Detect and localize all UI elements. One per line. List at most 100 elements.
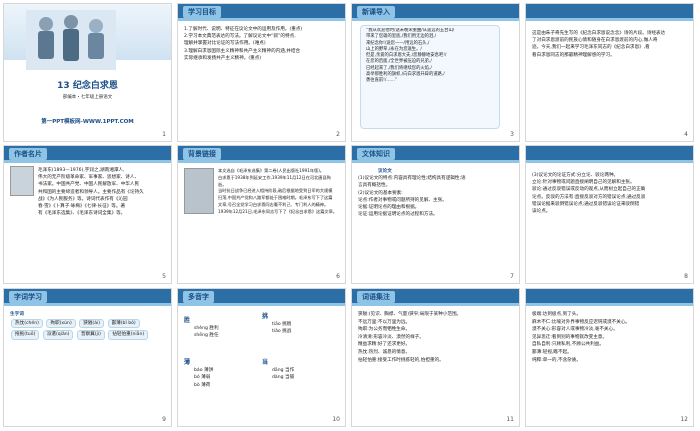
polyphone-char: 当 <box>262 359 269 366</box>
text-line: 伟大的无产阶级革命家、军事家、思想家、诗人、 <box>38 175 140 181</box>
text-line: 勇往直前!/……” <box>366 78 398 84</box>
vocab-item: 热忱(chén) <box>11 319 43 329</box>
text-line: 殉职:为公务而牺牲生命。 <box>358 327 411 333</box>
slide-number: 3 <box>510 131 514 138</box>
text-line: 漠不关心:形容对人或事物冷淡,毫不关心。 <box>532 327 618 333</box>
text-line: 战》《为人民服务》等。诗词代表作有《沁园 <box>38 196 128 202</box>
title-band <box>526 4 693 18</box>
polyphone-char: 胜 <box>184 317 191 324</box>
text-line: 书法家。中国共产党、中国人民解放军、中华人民 <box>38 182 140 188</box>
title-band-accent <box>178 160 345 163</box>
sub-heading: 议论文 <box>378 169 392 174</box>
text-line: 扫荡,中国共产党和八路军都处于困难时期。毛泽东写下了这篇 <box>218 195 333 201</box>
polyphone-char: 挑 <box>262 313 269 320</box>
reading: bó 薄弱 <box>194 375 211 381</box>
cover-subtitle: 部编本・七年级上册语文 <box>62 95 113 100</box>
reading: báo 薄饼 <box>194 368 214 374</box>
text-line: 论点。反驳的方法有:直接反驳对方的错误论点;通过反驳 <box>532 194 646 200</box>
cover-url: 第一PPT模板网-WWW.1PPT.COM <box>41 119 134 125</box>
reading: shèng 胜利 <box>194 326 219 332</box>
cover-figures-illustration <box>26 10 116 70</box>
slide-body: 议论文 (1)议论文的特点:内容具有理论性;结构具有逻辑性;语 言具有概括性。 … <box>358 168 513 271</box>
polyphone-char: 薄 <box>184 359 191 366</box>
slide-9[interactable]: 字词学习 生字词 热忱(chén) 殉职(xùn) 狭隘(ài) 鄙薄(bǐ b… <box>3 288 172 427</box>
slide-number: 10 <box>332 416 340 423</box>
slide-3[interactable]: 新课导入 “我从欢迎他时/送未晚荣重曲/从遥远的五台山/ 带来了您雄的里底,/我… <box>351 3 520 142</box>
text-line: (3)议论文的论证方式:分立论、驳论两种。 <box>532 173 619 178</box>
title-band-accent <box>4 303 171 306</box>
slide-body: 生字词 热忱(chén) 殉职(xùn) 狭隘(ài) 鄙薄(bǐ bó) 拖拖… <box>10 311 165 414</box>
text-line: 了对白求恩渡前的民族心情和随身在白求恩渡前的内心,做人奇 <box>532 38 658 44</box>
slide-heading: 学习目标 <box>183 6 221 18</box>
text-line: 鄙薄:轻视,瞧不起。 <box>532 349 572 355</box>
slide-10[interactable]: 多音字 胜 shèng 胜利 shēng 胜任 挑 tiāo 挑剔 tiǎo 挑… <box>177 288 346 427</box>
slide-number: 12 <box>680 416 688 423</box>
text-line: 见异思迁:看到别的事物就改变主意。 <box>532 334 608 340</box>
reading: dàng 当铺 <box>272 375 295 381</box>
title-band-accent <box>352 18 519 21</box>
slide-body: 胜 shèng 胜利 shēng 胜任 挑 tiāo 挑剔 tiǎo 挑战 薄 … <box>184 311 339 414</box>
vocab-item: 拖拖(tuō) <box>11 330 40 340</box>
slide-12[interactable]: 极端:达到极点,到了头。 麻木不仁:比喻对外界事物反应迟钝或漠不关心。 漠不关心… <box>525 288 694 427</box>
text-line: 不远万里:不以万里为远。 <box>358 319 411 325</box>
author-portrait <box>10 166 34 196</box>
slide-1[interactable]: 13 纪念白求恩 部编本・七年级上册语文 第一PPT模板网-WWW.1PPT.C… <box>3 3 172 142</box>
slide-body: “我从欢迎他时/送未晚荣重曲/从遥远的五台山/ 带来了您雄的里底,/我们用无边的… <box>366 28 513 129</box>
slide-body: 极端:达到极点,到了头。 麻木不仁:比喻对外界事物反应迟钝或漠不关心。 漠不关心… <box>532 311 687 414</box>
slide-8[interactable]: (3)议论文的论证方式:分立论、驳论两种。 立论:针对事物或问题直接阐明自己的见… <box>525 145 694 284</box>
polyphone-group: 胜 shèng 胜利 shēng 胜任 <box>184 317 259 340</box>
text-line: 毛泽东(1893—1976),字润之,湖南湘潭人, <box>38 168 125 173</box>
slide-body: 1.了解时代、说明、特征在议论文中的运用及作用。(重点) 2.学习本文典范表达的… <box>184 26 339 129</box>
reading: dāng 当作 <box>272 368 295 374</box>
slide-5[interactable]: 作者名片 毛泽东(1893—1976),字润之,湖南湘潭人, 伟大的无产阶级革命… <box>3 145 172 284</box>
text-line: 理解并掌握对比论证的写法作用。(难点) <box>184 41 266 47</box>
slide-heading: 新课导入 <box>357 6 395 18</box>
title-band <box>526 289 693 303</box>
text-line: 共和国的主要缔造者和领导人。主要作品有《论持久 <box>38 189 144 195</box>
text-line: 论据:证明论点的理由和根据。 <box>358 205 420 211</box>
sub-heading: 生字词 <box>10 312 24 317</box>
slide-heading: 多音字 <box>183 291 214 303</box>
text-line: 驳论:通过反驳错误或反动的观点,从而树立起自己的正确 <box>532 187 646 193</box>
text-line: 麻木不仁:比喻对外界事物反应迟钝或漠不关心。 <box>532 319 631 325</box>
reading: tiāo 挑剔 <box>272 322 292 328</box>
slide-number: 9 <box>162 416 166 423</box>
text-line: 1.了解时代、说明、特征在议论文中的运用及作用。(重点) <box>184 27 303 32</box>
slide-heading: 作者名片 <box>9 148 47 160</box>
text-line: 有《毛泽东选集》、《毛泽东诗词全集》等。 <box>38 211 126 217</box>
slide-11[interactable]: 词语集注 狭隘:(见识、胸襟、气量)狭窄;局限于某种小范围。 不远万里:不以万里… <box>351 288 520 427</box>
title-band-accent <box>526 160 693 163</box>
text-line: 文章,号召全党学习白求恩同志毫不利己、专门利人的精神。 <box>218 201 329 207</box>
text-line: 狭隘:(见识、胸襟、气量)狭窄;局限于某种小范围。 <box>358 312 462 317</box>
text-line: 言具有概括性。 <box>358 183 391 189</box>
slide-number: 4 <box>684 131 688 138</box>
slide-number: 11 <box>506 416 514 423</box>
reading: tiǎo 挑战 <box>272 329 292 335</box>
text-line: 看白求恩同志的那最精神理解感的学习。 <box>532 52 615 58</box>
slide-body: (3)议论文的论证方式:分立论、驳论两种。 立论:针对事物或问题直接阐明自己的见… <box>532 172 687 271</box>
slide-number: 8 <box>684 273 688 280</box>
text-line: (2)议论文的基本要素: <box>358 190 403 196</box>
slide-4[interactable]: 这是由朱子奇先生写的《纪念白求恩说念念》诗的片段。诗经表达 了对白求恩渡前的民族… <box>525 3 694 142</box>
title-band-accent <box>352 303 519 306</box>
text-line: 实际继承和发扬共产主义精神。(重点) <box>184 55 262 61</box>
text-line: 春·雪》《卜算子·咏梅》《七律·长征》等。著 <box>38 204 126 210</box>
slide-number: 2 <box>336 131 340 138</box>
slide-2[interactable]: 学习目标 1.了解时代、说明、特征在议论文中的运用及作用。(重点) 2.学习本文… <box>177 3 346 142</box>
text-line: 2.学习本文典范表达的写法。了解议论文中“叙”的特点, <box>184 34 296 40</box>
text-line: 极端:达到极点,到了头。 <box>532 312 581 317</box>
polyphone-group: 当 dāng 当作 dàng 当铺 <box>262 359 337 382</box>
slide-7[interactable]: 文体知识 议论文 (1)议论文的特点:内容具有理论性;结构具有逻辑性;语 言具有… <box>351 145 520 284</box>
title-band-accent <box>526 18 693 21</box>
slide-6[interactable]: 背景链接 本文选自《毛泽东选集》第二卷(人民出版社1991年版)。 白求恩于19… <box>177 145 346 284</box>
slide-body: 这是由朱子奇先生写的《纪念白求恩说念念》诗的片段。诗经表达 了对白求恩渡前的民族… <box>532 30 687 129</box>
slide-heading: 文体知识 <box>357 148 395 160</box>
title-band-accent <box>4 160 171 163</box>
slide-heading: 字词学习 <box>9 291 47 303</box>
text-line: 错误论据来驳倒错误论点;通过反驳错误论证来驳倒错 <box>532 201 640 207</box>
reading: shēng 胜任 <box>194 333 219 339</box>
title-band-accent <box>526 303 693 306</box>
text-line: 这是由朱子奇先生写的《纪念白求恩说念念》诗的片段。诗经表达 <box>532 31 666 36</box>
title-band-accent <box>178 303 345 306</box>
slide-number: 7 <box>510 273 514 280</box>
